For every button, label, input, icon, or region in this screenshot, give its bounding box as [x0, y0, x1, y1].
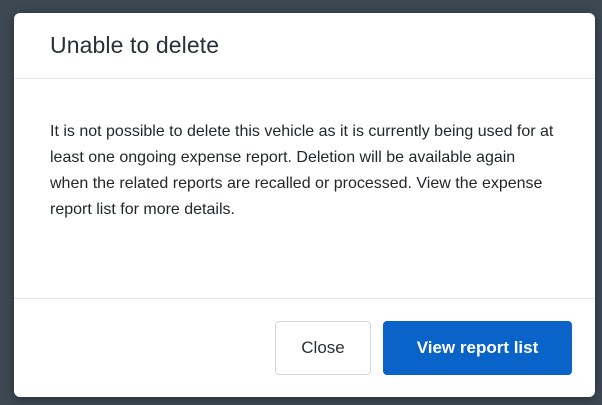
- unable-to-delete-dialog: Unable to delete It is not possible to d…: [14, 13, 595, 397]
- dialog-header: Unable to delete: [14, 13, 595, 79]
- dialog-message: It is not possible to delete this vehicl…: [50, 123, 554, 218]
- view-report-list-button[interactable]: View report list: [383, 321, 572, 375]
- dialog-title: Unable to delete: [50, 32, 220, 58]
- close-button[interactable]: Close: [275, 321, 371, 375]
- dialog-footer: Close View report list: [14, 299, 595, 397]
- dialog-body: It is not possible to delete this vehicl…: [14, 79, 595, 299]
